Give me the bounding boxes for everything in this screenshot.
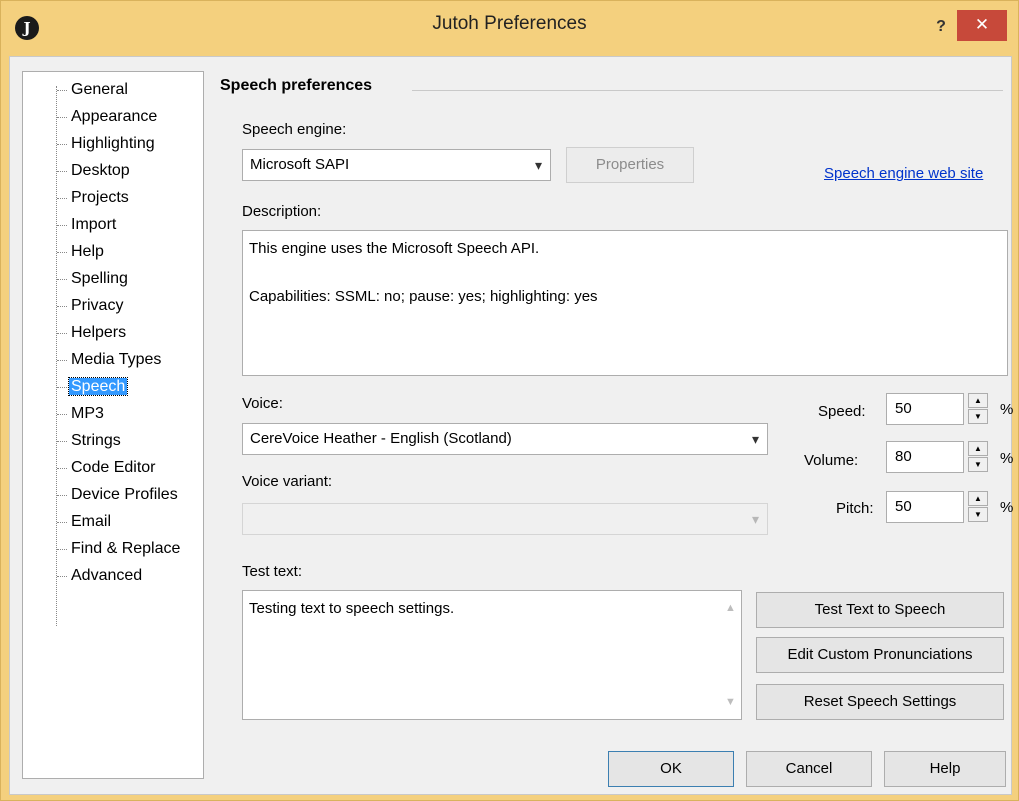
speech-engine-website-link[interactable]: Speech engine web site [824,165,983,182]
voice-label: Voice: [242,395,283,412]
description-box: This engine uses the Microsoft Speech AP… [242,230,1008,376]
test-text-to-speech-button[interactable]: Test Text to Speech [756,592,1004,628]
scroll-down-icon[interactable]: ▼ [721,690,740,714]
speech-engine-label: Speech engine: [242,121,347,138]
scroll-up-icon[interactable]: ▲ [721,596,740,620]
tree-item-label: Highlighting [71,135,155,152]
reset-speech-settings-button[interactable]: Reset Speech Settings [756,684,1004,720]
chevron-down-icon: ▾ [534,157,542,173]
properties-button[interactable]: Properties [566,147,694,183]
speed-input[interactable]: 50 [886,393,964,425]
volume-input[interactable]: 80 [886,441,964,473]
title-bar[interactable]: J Jutoh Preferences ? ✕ [1,1,1018,56]
tree-item-label: Code Editor [71,459,156,476]
tree-item-label: Strings [71,432,121,449]
window-title: Jutoh Preferences [432,13,587,34]
tree-item-highlighting[interactable]: Highlighting [23,130,203,157]
tree-item-general[interactable]: General [23,76,203,103]
tree-item-privacy[interactable]: Privacy [23,292,203,319]
chevron-down-icon: ▾ [751,511,759,527]
description-line-2: Capabilities: SSML: no; pause: yes; high… [249,288,598,305]
voice-dropdown[interactable]: CereVoice Heather - English (Scotland) ▾ [242,423,768,455]
test-text-scrollbar[interactable]: ▲ ▼ [721,592,740,718]
test-text-label: Test text: [242,563,303,580]
tree-item-label: Desktop [71,162,130,179]
pitch-spinner[interactable]: ▲ ▼ [968,491,988,523]
close-button[interactable]: ✕ [957,10,1007,41]
pitch-label: Pitch: [836,500,874,517]
tree-item-label: Spelling [71,270,128,287]
tree-item-speech[interactable]: Speech [23,373,203,400]
tree-item-label: Find & Replace [71,540,181,557]
edit-custom-pronunciations-button[interactable]: Edit Custom Pronunciations [756,637,1004,673]
volume-spinner[interactable]: ▲ ▼ [968,441,988,473]
tree-item-email[interactable]: Email [23,508,203,535]
tree-item-helpers[interactable]: Helpers [23,319,203,346]
volume-label: Volume: [804,452,859,469]
tree-item-label: Media Types [71,351,162,368]
tree-item-find-replace[interactable]: Find & Replace [23,535,203,562]
spin-up-icon[interactable]: ▲ [968,393,988,408]
description-line-1: This engine uses the Microsoft Speech AP… [249,240,540,257]
section-title: Speech preferences [220,77,373,94]
tree-item-device-profiles[interactable]: Device Profiles [23,481,203,508]
tree-item-label: Speech [67,377,129,396]
spin-up-icon[interactable]: ▲ [968,441,988,456]
tree-item-help[interactable]: Help [23,238,203,265]
tree-item-label: Privacy [71,297,124,314]
tree-item-appearance[interactable]: Appearance [23,103,203,130]
speed-label: Speed: [818,403,866,420]
tree-item-import[interactable]: Import [23,211,203,238]
tree-item-label: Help [71,243,104,260]
test-text-input[interactable]: Testing text to speech settings. ▲ ▼ [242,590,742,720]
category-tree[interactable]: General Appearance Highlighting Desktop Proj… [22,71,204,779]
voice-value: CereVoice Heather - English (Scotland) [250,430,512,447]
tree-item-label: Import [71,216,117,233]
dialog-client-area: General Appearance Highlighting Desktop Proj… [9,56,1014,795]
tree-item-strings[interactable]: Strings [23,427,203,454]
tree-item-label: Projects [71,189,129,206]
spin-down-icon[interactable]: ▼ [968,409,988,424]
tree-item-label: General [71,81,128,98]
tree-item-label: Advanced [71,567,143,584]
speed-spinner[interactable]: ▲ ▼ [968,393,988,425]
tree-item-label: Helpers [71,324,127,341]
voice-variant-dropdown[interactable]: ▾ [242,503,768,535]
spin-down-icon[interactable]: ▼ [968,507,988,522]
pitch-input[interactable]: 50 [886,491,964,523]
speech-engine-value: Microsoft SAPI [250,156,350,173]
help-button[interactable]: Help [884,751,1006,787]
tree-item-desktop[interactable]: Desktop [23,157,203,184]
speed-percent: % [1000,401,1014,418]
preferences-window: J Jutoh Preferences ? ✕ General Appearanc… [0,0,1019,801]
ok-button[interactable]: OK [608,751,734,787]
tree-item-mp3[interactable]: MP3 [23,400,203,427]
speech-engine-dropdown[interactable]: Microsoft SAPI ▾ [242,149,551,181]
tree-item-label: Email [71,513,112,530]
spin-down-icon[interactable]: ▼ [968,457,988,472]
description-label: Description: [242,203,322,220]
chevron-down-icon: ▾ [751,431,759,447]
test-text-value: Testing text to speech settings. [249,600,455,617]
tree-item-label: Appearance [71,108,158,125]
cancel-button[interactable]: Cancel [746,751,872,787]
tree-item-spelling[interactable]: Spelling [23,265,203,292]
tree-item-label: MP3 [71,405,104,422]
volume-percent: % [1000,450,1014,467]
tree-item-projects[interactable]: Projects [23,184,203,211]
help-icon[interactable]: ? [931,15,951,39]
section-divider [412,90,1003,91]
tree-item-label: Device Profiles [71,486,178,503]
tree-item-code-editor[interactable]: Code Editor [23,454,203,481]
pitch-percent: % [1000,499,1014,516]
tree-item-advanced[interactable]: Advanced [23,562,203,589]
voice-variant-label: Voice variant: [242,473,333,490]
spin-up-icon[interactable]: ▲ [968,491,988,506]
tree-item-media-types[interactable]: Media Types [23,346,203,373]
